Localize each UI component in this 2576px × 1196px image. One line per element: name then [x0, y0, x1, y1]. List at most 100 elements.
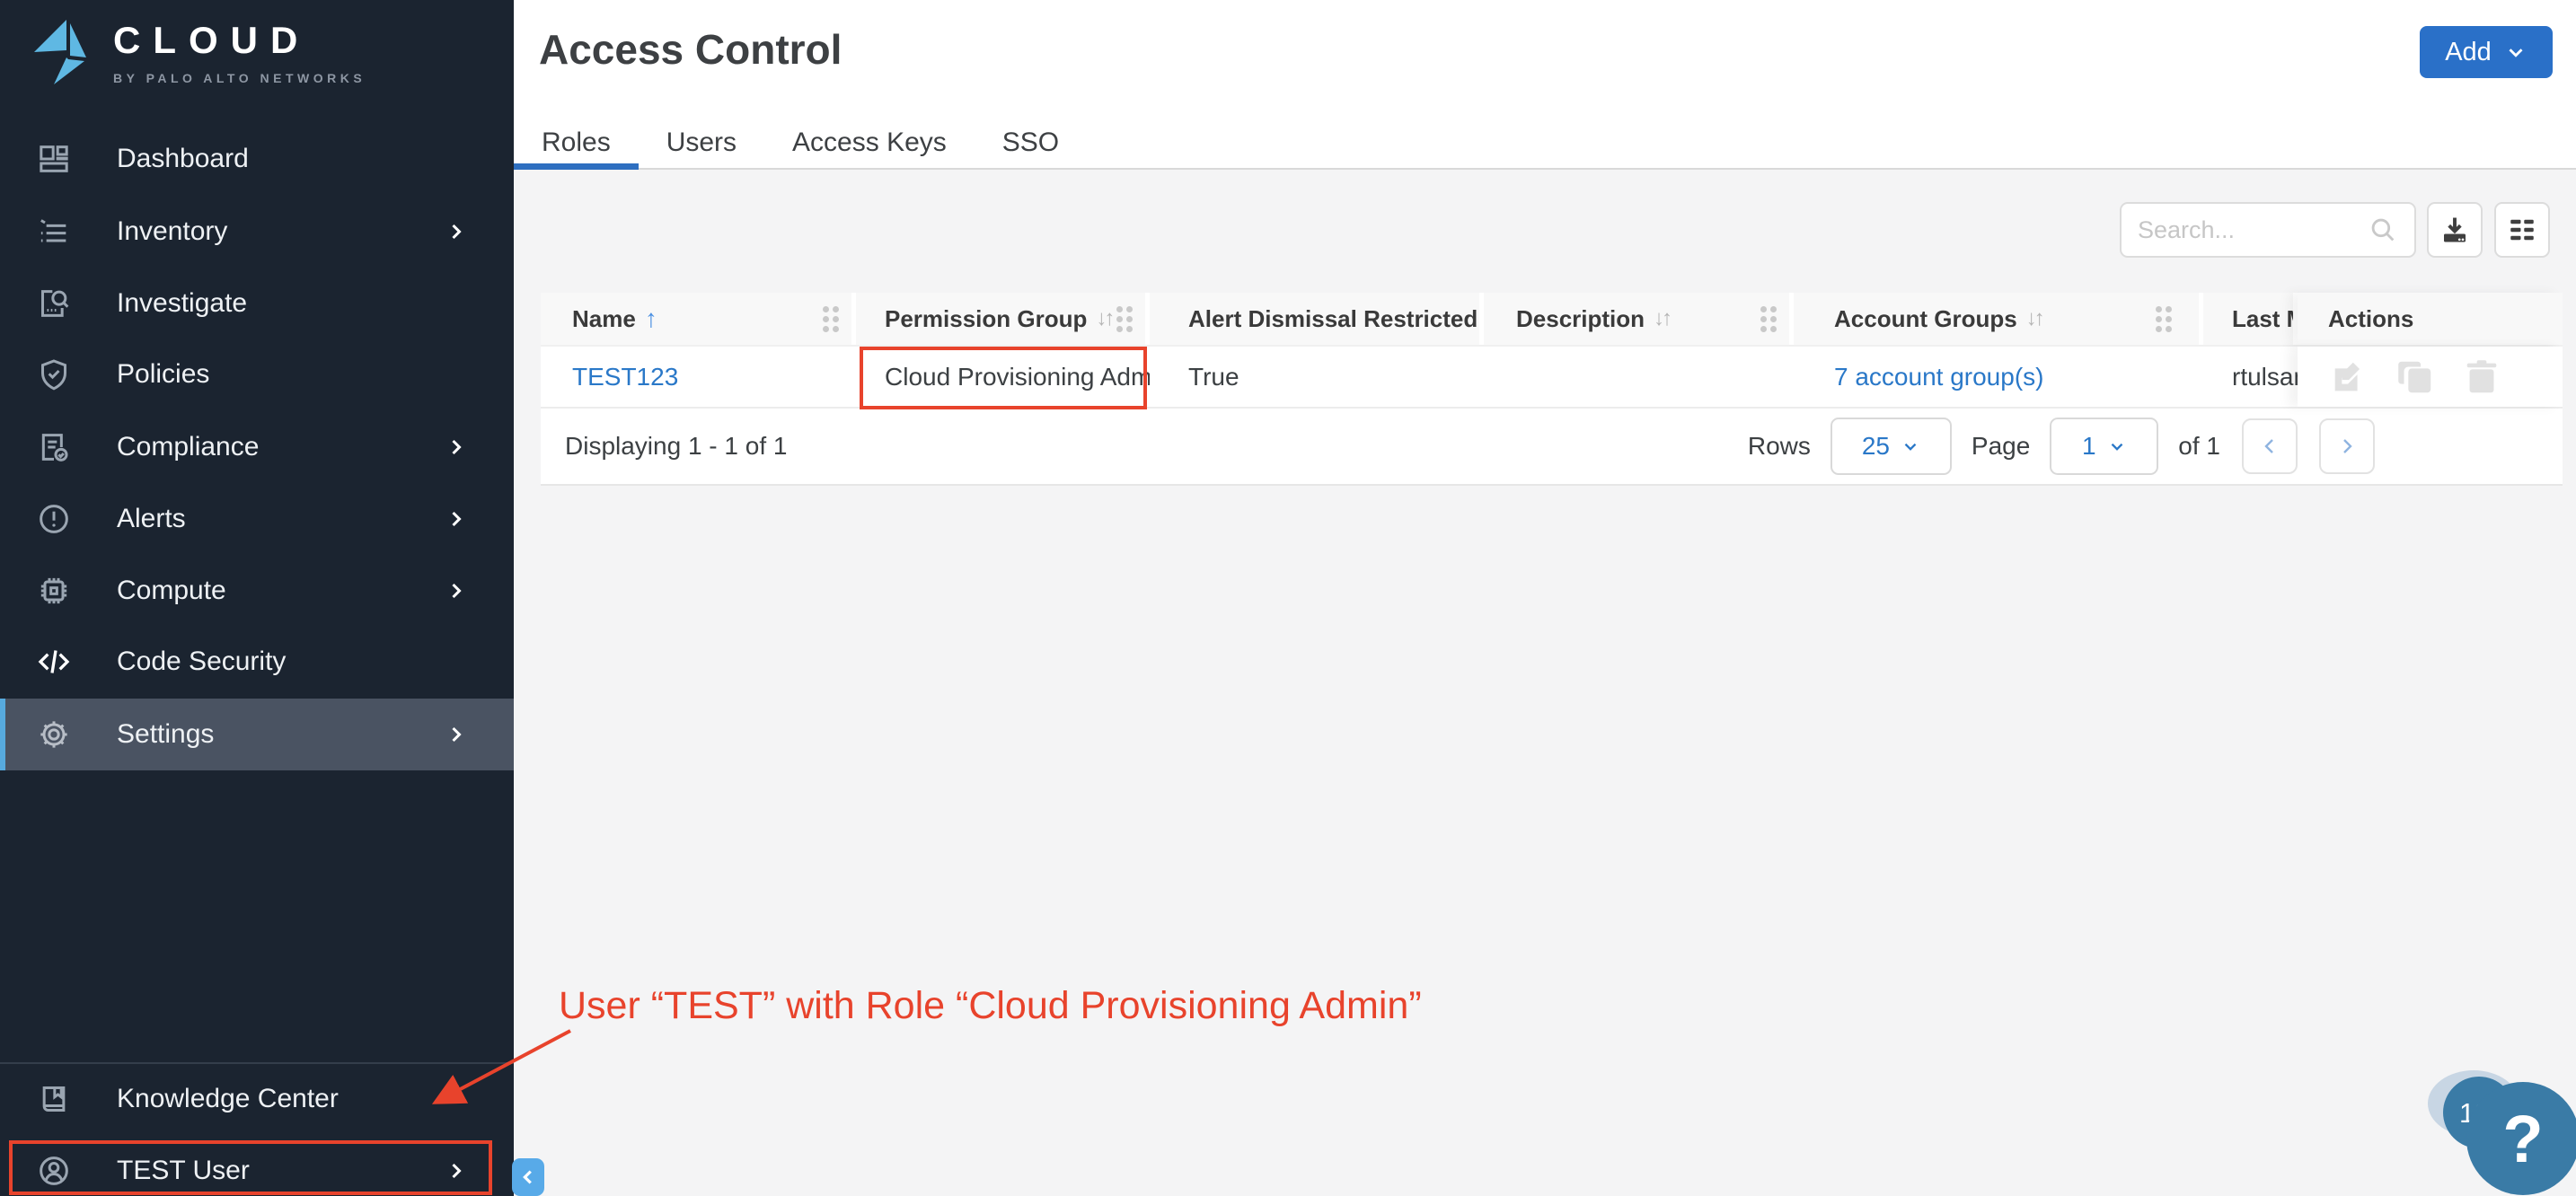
column-header-account-groups[interactable]: Account Groups ↓↑	[1794, 293, 2203, 345]
sidebar-item-compute[interactable]: Compute	[0, 555, 514, 627]
download-icon	[2439, 214, 2471, 246]
role-name-link[interactable]: TEST123	[572, 363, 678, 391]
column-label: Description	[1516, 305, 1645, 333]
alert-dismissal-value: True	[1188, 363, 1239, 391]
chevron-right-icon	[446, 580, 467, 602]
download-button[interactable]	[2427, 202, 2483, 258]
sidebar-item-label: Compliance	[117, 432, 259, 462]
page-label: Page	[1972, 432, 2030, 461]
page-select[interactable]: 1	[2050, 418, 2158, 475]
tab-bar: Roles Users Access Keys SSO	[514, 118, 1087, 168]
sidebar-collapse-button[interactable]	[512, 1158, 544, 1196]
tab-sso[interactable]: SSO	[975, 118, 1087, 168]
column-header-name[interactable]: Name ↑	[541, 293, 856, 345]
sort-icon: ↓↑	[1096, 306, 1112, 331]
search-input[interactable]	[2138, 216, 2368, 244]
column-label: Name	[572, 305, 636, 333]
sidebar-item-test-user[interactable]: TEST User	[0, 1135, 514, 1196]
chevron-left-icon	[2259, 435, 2280, 457]
column-header-description[interactable]: Description ↓↑	[1484, 293, 1794, 345]
roles-table: Name ↑ Permission Group ↓↑ Alert Dismiss…	[541, 293, 2563, 486]
drag-handle-icon[interactable]	[1760, 306, 1777, 332]
sidebar-item-dashboard[interactable]: Dashboard	[0, 123, 514, 195]
tab-label: Access Keys	[792, 128, 947, 158]
investigate-icon	[36, 286, 72, 321]
sidebar-item-label: Alerts	[117, 504, 186, 534]
sidebar-item-alerts[interactable]: Alerts	[0, 483, 514, 555]
sidebar-item-settings[interactable]: Settings	[0, 699, 514, 770]
column-header-last-modified[interactable]: Last M	[2203, 293, 2298, 345]
help-button[interactable]: ?	[2466, 1082, 2576, 1195]
column-label: Last M	[2232, 305, 2298, 333]
column-header-alert-dismissal-restricted[interactable]: Alert Dismissal Restricted ↓↑	[1150, 293, 1484, 345]
drag-handle-icon[interactable]	[1116, 306, 1133, 332]
dashboard-icon	[36, 141, 72, 177]
sort-icon: ↓↑	[2026, 306, 2042, 331]
sidebar-item-label: Code Security	[117, 646, 286, 677]
sidebar-item-code-security[interactable]: Code Security	[0, 626, 514, 698]
edit-icon[interactable]	[2328, 356, 2369, 398]
sidebar-item-label: Settings	[117, 719, 214, 750]
cell-alert-dismissal-restricted: True	[1150, 347, 1484, 407]
brand-logo: CLOUD BY PALO ALTO NETWORKS	[32, 18, 366, 86]
sidebar-item-compliance[interactable]: Compliance	[0, 411, 514, 483]
sidebar-item-inventory[interactable]: Inventory	[0, 196, 514, 268]
table-search	[2120, 202, 2416, 258]
sidebar-item-label: Policies	[117, 359, 209, 390]
column-header-actions: Actions	[2298, 293, 2563, 345]
last-modified-value: rtulsan	[2232, 363, 2298, 391]
tab-users[interactable]: Users	[639, 118, 764, 168]
tab-label: Roles	[542, 128, 611, 158]
sidebar-item-label: Knowledge Center	[117, 1084, 339, 1114]
chevron-right-icon	[446, 221, 467, 242]
question-mark-icon: ?	[2502, 1101, 2543, 1177]
table-footer: Displaying 1 - 1 of 1 Rows 25 Page 1 of …	[541, 409, 2563, 486]
delete-icon[interactable]	[2461, 356, 2502, 398]
sidebar-item-investigate[interactable]: Investigate	[0, 268, 514, 339]
annotation-text: User “TEST” with Role “Cloud Provisionin…	[559, 984, 1422, 1028]
chevron-left-icon	[518, 1167, 538, 1187]
chevron-right-icon	[446, 1160, 467, 1182]
account-groups-link[interactable]: 7 account group(s)	[1834, 363, 2043, 391]
chevron-right-icon	[446, 508, 467, 530]
app-root: CLOUD BY PALO ALTO NETWORKS Dashboard In…	[0, 0, 2576, 1196]
cell-actions	[2298, 347, 2563, 407]
copy-icon[interactable]	[2395, 356, 2436, 398]
tab-access-keys[interactable]: Access Keys	[764, 118, 975, 168]
sidebar-item-label: TEST User	[117, 1156, 250, 1186]
chevron-down-icon	[2504, 40, 2527, 64]
rows-value: 25	[1862, 432, 1890, 461]
rows-per-page-select[interactable]: 25	[1831, 418, 1952, 475]
sidebar-item-label: Compute	[117, 576, 226, 606]
add-button[interactable]: Add	[2420, 26, 2553, 78]
chevron-right-icon	[2336, 435, 2358, 457]
sort-icon: ↓↑	[1654, 306, 1670, 331]
sidebar: CLOUD BY PALO ALTO NETWORKS Dashboard In…	[0, 0, 514, 1196]
next-page-button[interactable]	[2319, 418, 2375, 474]
help-widget: 19 ?	[2414, 1066, 2576, 1196]
rows-label: Rows	[1748, 432, 1811, 461]
add-button-label: Add	[2445, 38, 2492, 67]
tab-roles[interactable]: Roles	[514, 118, 639, 168]
main-content: Name ↑ Permission Group ↓↑ Alert Dismiss…	[514, 171, 2576, 1196]
compute-chip-icon	[36, 573, 72, 609]
sidebar-item-knowledge-center[interactable]: Knowledge Center	[0, 1063, 514, 1135]
columns-icon	[2506, 214, 2538, 246]
compliance-icon	[36, 429, 72, 465]
tab-label: SSO	[1002, 128, 1059, 158]
table-header-row: Name ↑ Permission Group ↓↑ Alert Dismiss…	[541, 293, 2563, 345]
sidebar-item-policies[interactable]: Policies	[0, 339, 514, 410]
drag-handle-icon[interactable]	[2156, 306, 2172, 332]
cell-last-modified: rtulsan	[2203, 347, 2298, 407]
column-label: Actions	[2328, 305, 2413, 333]
sort-ascending-icon: ↑	[645, 304, 657, 333]
tab-label: Users	[666, 128, 737, 158]
column-label: Alert Dismissal Restricted	[1188, 305, 1478, 333]
sidebar-item-label: Dashboard	[117, 144, 249, 174]
drag-handle-icon[interactable]	[823, 306, 839, 332]
column-settings-button[interactable]	[2494, 202, 2550, 258]
displaying-count: Displaying 1 - 1 of 1	[565, 432, 787, 461]
column-header-permission-group[interactable]: Permission Group ↓↑	[856, 293, 1150, 345]
chevron-down-icon	[1901, 436, 1920, 456]
previous-page-button[interactable]	[2242, 418, 2298, 474]
